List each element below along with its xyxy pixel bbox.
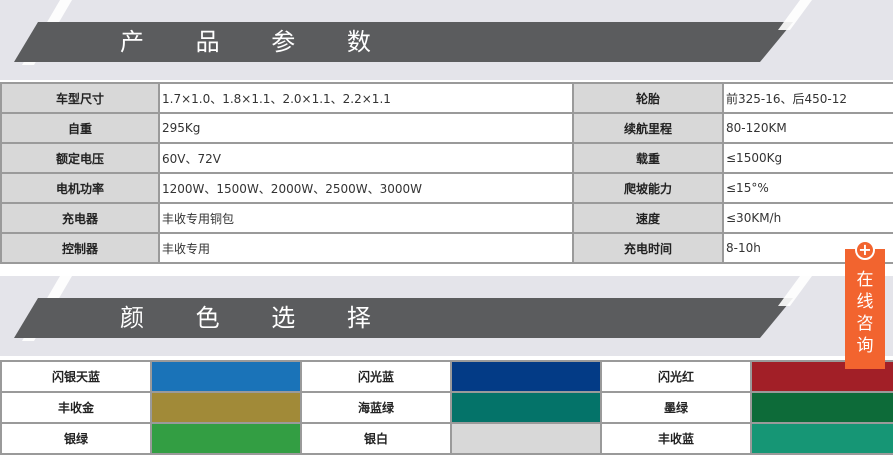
online-consult-button[interactable]: + 在线咨询 [845,240,885,369]
section-title-colors: 颜 色 选 择 [120,304,393,332]
table-row: 额定电压 60V、72V 载重 ≤1500Kg [0,142,893,174]
color-name: 海蓝绿 [300,391,452,424]
spec-label: 续航里程 [572,112,724,144]
color-swatch [750,391,893,424]
spec-value: 80-120KM [722,112,893,144]
color-table: 闪银天蓝 闪光蓝 闪光红 丰收金 海蓝绿 墨绿 银绿 银白 丰收蓝 [0,360,893,455]
spec-value: 295Kg [158,112,574,144]
color-name: 丰收金 [0,391,152,424]
color-name: 闪光蓝 [300,360,452,393]
spec-label: 控制器 [0,232,160,264]
color-name: 丰收蓝 [600,422,752,455]
spec-label: 载重 [572,142,724,174]
color-swatch [450,360,602,393]
spec-value: 丰收专用 [158,232,574,264]
params-banner: 产 品 参 数 [0,0,893,80]
color-name: 墨绿 [600,391,752,424]
online-consult-text: 在线咨询 [856,270,874,356]
table-row: 闪银天蓝 闪光蓝 闪光红 [0,360,893,393]
color-swatch [150,422,302,455]
spec-value: ≤1500Kg [722,142,893,174]
color-swatch [450,422,602,455]
spec-label: 充电器 [0,202,160,234]
spec-value: 1.7×1.0、1.8×1.1、2.0×1.1、2.2×1.1 [158,82,574,114]
color-swatch [750,422,893,455]
online-consult-label: 在线咨询 [845,269,885,357]
spec-label: 额定电压 [0,142,160,174]
color-name: 银白 [300,422,452,455]
spec-table: 车型尺寸 1.7×1.0、1.8×1.1、2.0×1.1、2.2×1.1 轮胎 … [0,82,893,264]
spec-value: ≤15°% [722,172,893,204]
table-row: 控制器 丰收专用 充电时间 8-10h [0,232,893,264]
spec-value: 丰收专用铜包 [158,202,574,234]
spec-label: 爬坡能力 [572,172,724,204]
color-swatch [450,391,602,424]
plus-icon[interactable]: + [855,240,875,260]
spec-label: 轮胎 [572,82,724,114]
colors-banner: 颜 色 选 择 [0,276,893,356]
spec-value: ≤30KM/h [722,202,893,234]
spec-label: 自重 [0,112,160,144]
spec-label: 车型尺寸 [0,82,160,114]
spec-value: 60V、72V [158,142,574,174]
table-row: 银绿 银白 丰收蓝 [0,422,893,455]
spec-label: 充电时间 [572,232,724,264]
table-row: 电机功率 1200W、1500W、2000W、2500W、3000W 爬坡能力 … [0,172,893,204]
table-row: 丰收金 海蓝绿 墨绿 [0,391,893,424]
table-row: 充电器 丰收专用铜包 速度 ≤30KM/h [0,202,893,234]
spec-label: 电机功率 [0,172,160,204]
color-swatch [150,360,302,393]
table-row: 自重 295Kg 续航里程 80-120KM [0,112,893,144]
spec-value: 前325-16、后450-12 [722,82,893,114]
spec-label: 速度 [572,202,724,234]
color-name: 闪银天蓝 [0,360,152,393]
spec-value: 1200W、1500W、2000W、2500W、3000W [158,172,574,204]
color-swatch [150,391,302,424]
color-name: 闪光红 [600,360,752,393]
color-name: 银绿 [0,422,152,455]
section-title-params: 产 品 参 数 [120,28,393,56]
table-row: 车型尺寸 1.7×1.0、1.8×1.1、2.0×1.1、2.2×1.1 轮胎 … [0,82,893,114]
